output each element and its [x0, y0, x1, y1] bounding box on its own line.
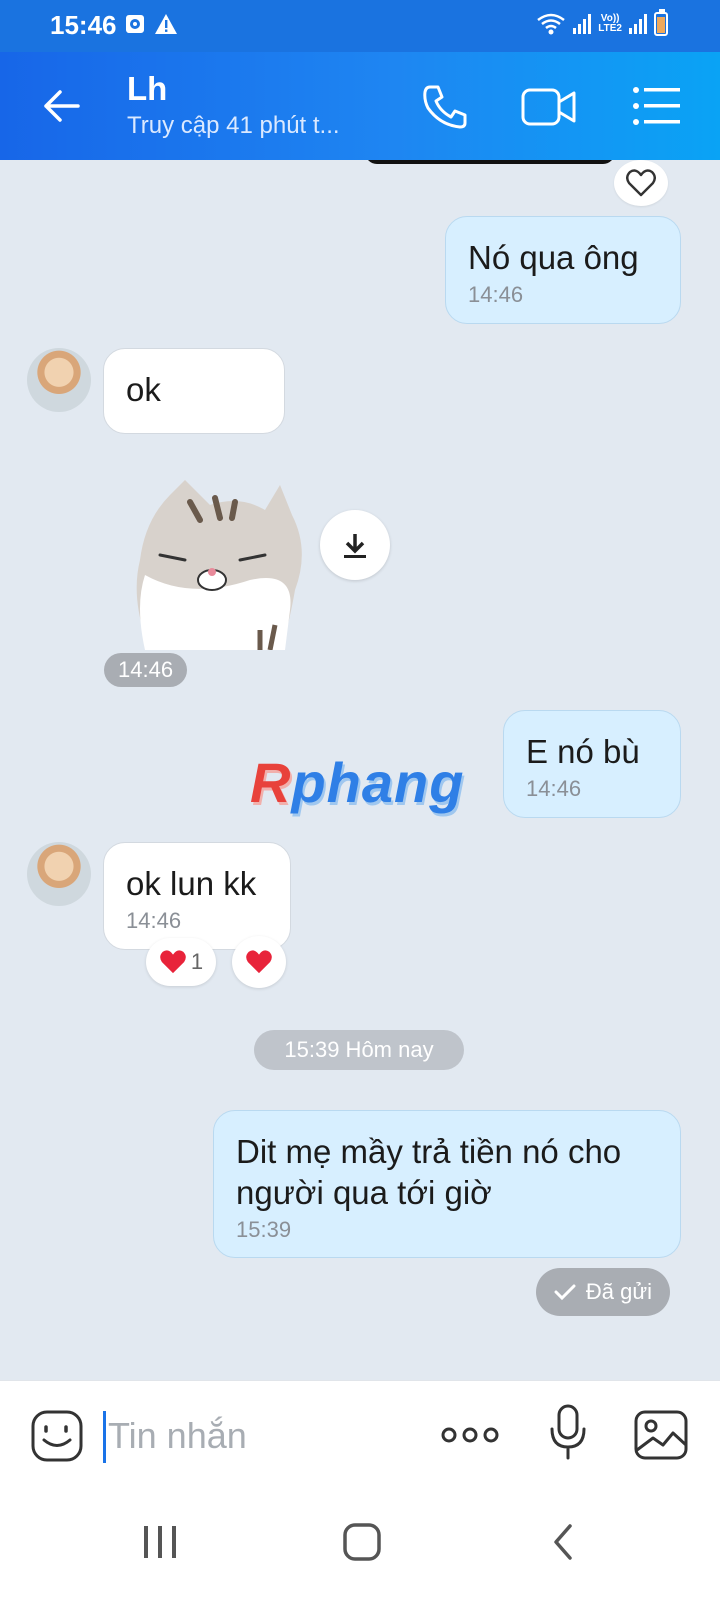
heart-reaction-button[interactable] [614, 160, 668, 206]
nav-back-icon[interactable] [548, 1522, 578, 1562]
wifi-icon [537, 13, 566, 35]
heart-reaction-button[interactable] [232, 936, 286, 988]
video-call-icon[interactable] [520, 80, 578, 134]
notification-app-icon [126, 15, 144, 33]
status-time: 15:46 [50, 10, 117, 40]
message-text: ok [126, 371, 161, 408]
sticker-time: 14:46 [104, 653, 188, 687]
home-icon[interactable] [342, 1522, 382, 1562]
contact-name[interactable]: Lh [127, 70, 167, 108]
message-bubble-outgoing[interactable]: E nó bù 14:46 [503, 710, 681, 818]
last-seen-status: Truy cập 41 phút t... [127, 112, 340, 139]
message-input[interactable] [108, 1407, 408, 1465]
message-time: 14:46 [126, 908, 182, 933]
message-bubble-outgoing[interactable]: Dit mẹ mầy trả tiền nó cho người qua tới… [213, 1110, 681, 1258]
microphone-icon[interactable] [548, 1403, 588, 1461]
reaction-summary[interactable]: 1 [146, 938, 216, 986]
message-text: E nó bù [526, 733, 640, 770]
heart-outline-icon [626, 169, 656, 197]
back-arrow-icon[interactable] [38, 82, 86, 130]
message-text: Nó qua ông [468, 239, 639, 276]
more-dots-icon[interactable] [440, 1425, 500, 1445]
reaction-count: 1 [190, 949, 204, 974]
battery-icon [654, 9, 668, 36]
status-bar: 15:46 Vo)) LTE2 [0, 0, 720, 52]
chat-header: Lh Truy cập 41 phút t... [0, 52, 720, 160]
phone-icon[interactable] [418, 80, 472, 134]
delivery-status-badge: Đã gửi [535, 1268, 670, 1316]
message-time: 14:46 [468, 282, 524, 307]
date-separator: 15:39 Hôm nay [254, 1030, 464, 1070]
system-navigation-bar [0, 1490, 720, 1600]
download-button[interactable] [320, 510, 390, 580]
message-time: 15:39 [236, 1217, 292, 1242]
image-icon[interactable] [633, 1409, 689, 1461]
red-heart-icon [160, 950, 186, 974]
contact-avatar[interactable] [27, 348, 91, 412]
signal-icon-2 [629, 14, 647, 34]
chat-area[interactable]: Nó qua ông 14:46 ok 14:46 E nó bù 14:46 … [0, 160, 720, 1380]
emoji-icon[interactable] [30, 1409, 84, 1463]
cat-sticker[interactable] [120, 480, 310, 650]
warning-icon [155, 14, 177, 34]
message-time: 14:46 [526, 776, 582, 801]
delivery-status-text: Đã gửi [585, 1279, 652, 1304]
message-text: ok lun kk [126, 865, 257, 902]
text-caret [103, 1411, 106, 1463]
signal-icon [573, 14, 592, 34]
message-bubble-incoming[interactable]: ok lun kk 14:46 [103, 842, 291, 950]
message-bubble-outgoing[interactable]: Nó qua ông 14:46 [445, 216, 681, 324]
watermark-logo: Rphang [250, 751, 465, 814]
red-heart-icon [246, 950, 272, 974]
message-bubble-incoming[interactable]: ok [103, 348, 285, 434]
message-input-bar [0, 1380, 720, 1490]
message-text: Dit mẹ mầy trả tiền nó cho người qua tới… [236, 1133, 622, 1211]
check-icon [554, 1284, 576, 1301]
volte-label: Vo)) LTE2 [598, 13, 622, 34]
menu-list-icon[interactable] [630, 80, 684, 134]
recent-apps-icon[interactable] [140, 1522, 180, 1562]
previous-message-edge [365, 160, 615, 164]
download-icon [344, 534, 366, 558]
contact-avatar[interactable] [27, 842, 91, 906]
